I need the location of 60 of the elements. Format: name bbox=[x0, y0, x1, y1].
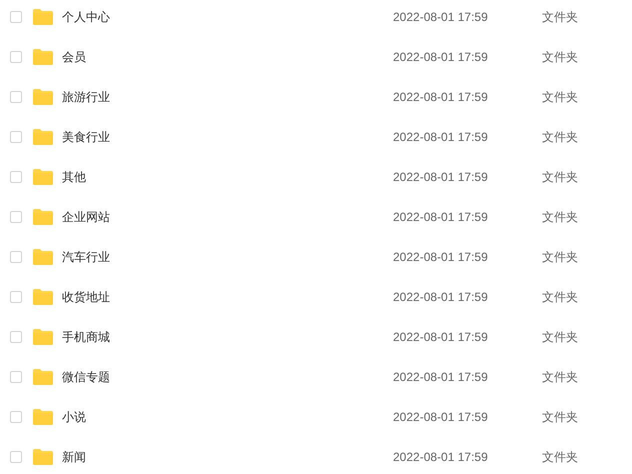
modified-date: 2022-08-01 17:59 bbox=[393, 209, 489, 226]
folder-name[interactable]: 新闻 bbox=[62, 448, 362, 466]
folder-icon bbox=[33, 129, 53, 145]
modified-date: 2022-08-01 17:59 bbox=[393, 409, 489, 426]
folder-name[interactable]: 美食行业 bbox=[62, 128, 362, 146]
file-type: 文件夹 bbox=[542, 209, 578, 226]
file-type: 文件夹 bbox=[542, 369, 578, 386]
checkbox[interactable] bbox=[10, 131, 22, 143]
modified-date: 2022-08-01 17:59 bbox=[393, 9, 489, 26]
file-type: 文件夹 bbox=[542, 89, 578, 106]
checkbox[interactable] bbox=[10, 171, 22, 183]
file-type: 文件夹 bbox=[542, 49, 578, 66]
modified-date: 2022-08-01 17:59 bbox=[393, 49, 489, 66]
checkbox[interactable] bbox=[10, 331, 22, 343]
checkbox[interactable] bbox=[10, 371, 22, 383]
folder-icon bbox=[33, 49, 53, 65]
modified-date: 2022-08-01 17:59 bbox=[393, 369, 489, 386]
folder-icon bbox=[33, 329, 53, 345]
file-type: 文件夹 bbox=[542, 129, 578, 146]
checkbox[interactable] bbox=[10, 291, 22, 303]
modified-date: 2022-08-01 17:59 bbox=[393, 169, 489, 186]
file-type: 文件夹 bbox=[542, 9, 578, 26]
file-type: 文件夹 bbox=[542, 329, 578, 346]
folder-name[interactable]: 会员 bbox=[62, 48, 362, 66]
folder-name[interactable]: 微信专题 bbox=[62, 368, 362, 386]
modified-date: 2022-08-01 17:59 bbox=[393, 129, 489, 146]
folder-icon bbox=[33, 209, 53, 225]
checkbox[interactable] bbox=[10, 91, 22, 103]
folder-icon bbox=[33, 249, 53, 265]
modified-date: 2022-08-01 17:59 bbox=[393, 89, 489, 106]
folder-name[interactable]: 旅游行业 bbox=[62, 88, 362, 106]
checkbox[interactable] bbox=[10, 411, 22, 423]
modified-date: 2022-08-01 17:59 bbox=[393, 249, 489, 266]
checkbox[interactable] bbox=[10, 211, 22, 223]
modified-date: 2022-08-01 17:59 bbox=[393, 289, 489, 306]
file-type: 文件夹 bbox=[542, 289, 578, 306]
folder-name[interactable]: 其他 bbox=[62, 168, 362, 186]
folder-icon bbox=[33, 409, 53, 425]
folder-icon bbox=[33, 9, 53, 25]
folder-name[interactable]: 小说 bbox=[62, 408, 362, 426]
checkbox[interactable] bbox=[10, 11, 22, 23]
file-type: 文件夹 bbox=[542, 169, 578, 186]
folder-name[interactable]: 手机商城 bbox=[62, 328, 362, 346]
checkbox[interactable] bbox=[10, 251, 22, 263]
folder-icon bbox=[33, 369, 53, 385]
modified-date: 2022-08-01 17:59 bbox=[393, 329, 489, 346]
file-type: 文件夹 bbox=[542, 449, 578, 466]
checkbox[interactable] bbox=[10, 451, 22, 463]
modified-date: 2022-08-01 17:59 bbox=[393, 449, 489, 466]
folder-icon bbox=[33, 169, 53, 185]
file-type: 文件夹 bbox=[542, 409, 578, 426]
folder-name[interactable]: 企业网站 bbox=[62, 208, 362, 226]
folder-name[interactable]: 汽车行业 bbox=[62, 248, 362, 266]
folder-icon bbox=[33, 89, 53, 105]
folder-name[interactable]: 收货地址 bbox=[62, 288, 362, 306]
file-type: 文件夹 bbox=[542, 249, 578, 266]
folder-icon bbox=[33, 289, 53, 305]
checkbox[interactable] bbox=[10, 51, 22, 63]
folder-name[interactable]: 个人中心 bbox=[62, 8, 362, 26]
folder-icon bbox=[33, 449, 53, 465]
